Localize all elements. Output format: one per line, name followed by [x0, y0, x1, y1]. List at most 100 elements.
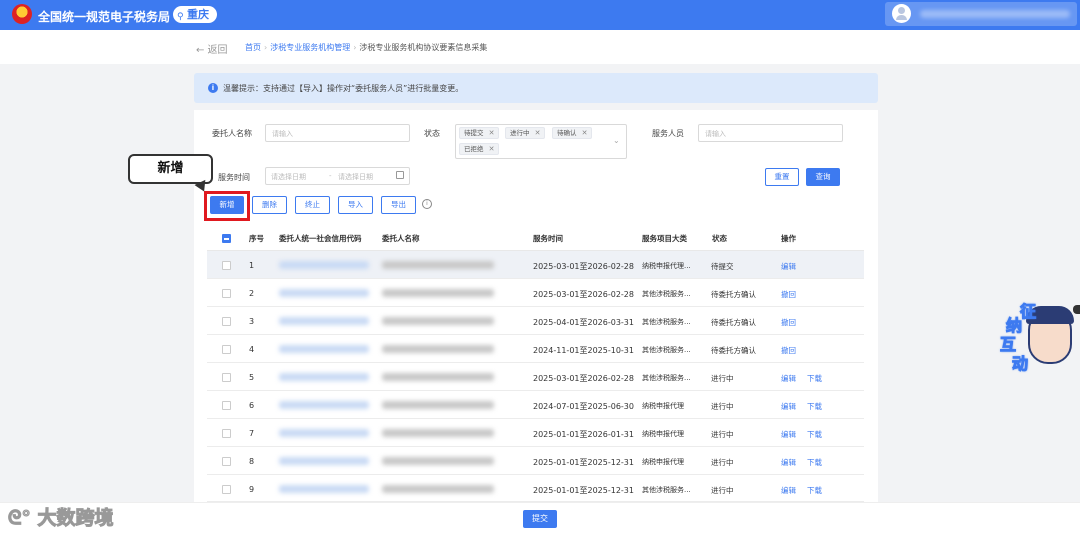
withdraw-link[interactable]: 撤回	[781, 289, 796, 300]
help-icon[interactable]: i	[422, 199, 432, 209]
assistant-mascot[interactable]: 征 纳 互 动	[998, 298, 1074, 374]
close-icon[interactable]: ✕	[489, 144, 495, 154]
row-category: 其他涉税服务...	[642, 346, 691, 354]
table-row[interactable]: 2 2025-03-01至2026-02-28 其他涉税服务... 待委托方确认…	[207, 279, 864, 307]
location-pin-icon: ⚲	[177, 12, 184, 22]
banner-text: 温馨提示：支持通过【导入】操作对“委托服务人员”进行批量变更。	[223, 84, 464, 93]
row-checkbox[interactable]	[222, 457, 231, 466]
withdraw-link[interactable]: 撤回	[781, 317, 796, 328]
row-checkbox[interactable]	[222, 289, 231, 298]
row-category: 纳税申报代理	[642, 402, 684, 410]
client-name-redacted	[382, 401, 494, 409]
credit-code-redacted	[279, 401, 369, 409]
download-link[interactable]: 下载	[807, 373, 822, 384]
client-name-redacted	[382, 317, 494, 325]
col-client-name: 委托人名称	[382, 234, 420, 243]
table-header: 序号 委托人统一社会信用代码 委托人名称 服务时间 服务项目大类 状态 操作	[207, 224, 864, 251]
edit-link[interactable]: 编辑	[781, 261, 796, 272]
status-label: 状态	[424, 129, 440, 138]
client-name-redacted	[382, 345, 494, 353]
client-name-input[interactable]: 请输入	[265, 124, 410, 142]
row-category: 纳税申报代理	[642, 458, 684, 466]
row-service-time: 2025-03-01至2026-02-28	[533, 374, 634, 383]
col-category: 服务项目大类	[642, 234, 687, 243]
chevron-down-icon[interactable]: ⌄	[613, 136, 620, 145]
edit-link[interactable]: 编辑	[781, 485, 796, 496]
city-selector[interactable]: ⚲ 重庆	[173, 6, 217, 23]
row-category: 纳税申报代理	[642, 430, 684, 438]
table-row[interactable]: 4 2024-11-01至2025-10-31 其他涉税服务... 待委托方确认…	[207, 335, 864, 363]
edit-link[interactable]: 编辑	[781, 429, 796, 440]
query-button[interactable]: 查询	[806, 168, 840, 186]
row-category: 其他涉税服务...	[642, 290, 691, 298]
row-checkbox[interactable]	[222, 485, 231, 494]
row-checkbox[interactable]	[222, 373, 231, 382]
table-row[interactable]: 8 2025-01-01至2025-12-31 纳税申报代理 进行中 编辑 下载	[207, 447, 864, 475]
start-date-placeholder: 请选择日期	[271, 173, 306, 181]
terminate-button[interactable]: 终止	[295, 196, 330, 214]
row-category: 其他涉税服务...	[642, 374, 691, 382]
row-checkbox[interactable]	[222, 261, 231, 270]
avatar[interactable]	[892, 4, 911, 23]
row-service-time: 2025-04-01至2026-03-31	[533, 318, 634, 327]
tax-emblem-icon	[12, 4, 32, 24]
row-no: 9	[249, 485, 255, 494]
table-row[interactable]: 7 2025-01-01至2026-01-31 纳税申报代理 进行中 编辑 下载	[207, 419, 864, 447]
row-status: 进行中	[711, 458, 734, 467]
withdraw-link[interactable]: 撤回	[781, 345, 796, 356]
table-row[interactable]: 6 2024-07-01至2025-06-30 纳税申报代理 进行中 编辑 下载	[207, 391, 864, 419]
watermark-logo-icon: ᘓ°	[8, 507, 38, 530]
download-link[interactable]: 下载	[807, 429, 822, 440]
reset-button[interactable]: 重置	[765, 168, 799, 186]
row-status: 进行中	[711, 374, 734, 383]
status-tag[interactable]: 已拒绝 ✕	[459, 143, 499, 155]
row-status: 进行中	[711, 486, 734, 495]
row-service-time: 2024-11-01至2025-10-31	[533, 346, 634, 355]
row-service-time: 2025-01-01至2026-01-31	[533, 430, 634, 439]
row-no: 1	[249, 261, 255, 270]
row-category: 纳税申报代理...	[642, 262, 691, 270]
credit-code-redacted	[279, 457, 369, 465]
staff-input[interactable]: 请输入	[698, 124, 843, 142]
back-link[interactable]: ← 返回	[196, 41, 228, 56]
close-icon[interactable]: ✕	[535, 128, 541, 138]
export-button[interactable]: 导出	[381, 196, 416, 214]
edit-link[interactable]: 编辑	[781, 373, 796, 384]
side-panel-toggle[interactable]	[1073, 305, 1080, 314]
table-row[interactable]: 3 2025-04-01至2026-03-31 其他涉税服务... 待委托方确认…	[207, 307, 864, 335]
breadcrumb-agency-mgmt[interactable]: 涉税专业服务机构管理	[270, 43, 350, 52]
download-link[interactable]: 下载	[807, 457, 822, 468]
edit-link[interactable]: 编辑	[781, 457, 796, 468]
row-checkbox[interactable]	[222, 317, 231, 326]
status-tag[interactable]: 进行中 ✕	[505, 127, 545, 139]
row-no: 2	[249, 289, 255, 298]
row-checkbox[interactable]	[222, 429, 231, 438]
download-link[interactable]: 下载	[807, 401, 822, 412]
edit-link[interactable]: 编辑	[781, 401, 796, 412]
download-link[interactable]: 下载	[807, 485, 822, 496]
table-row[interactable]: 1 2025-03-01至2026-02-28 纳税申报代理... 待提交 编辑	[207, 251, 864, 279]
breadcrumb-home[interactable]: 首页	[245, 43, 261, 52]
table-row[interactable]: 5 2025-03-01至2026-02-28 其他涉税服务... 进行中 编辑…	[207, 363, 864, 391]
col-actions: 操作	[781, 234, 796, 243]
status-tag[interactable]: 待提交 ✕	[459, 127, 499, 139]
client-name-redacted	[382, 289, 494, 297]
credit-code-redacted	[279, 373, 369, 381]
submit-button[interactable]: 提交	[523, 510, 557, 528]
import-button[interactable]: 导入	[338, 196, 373, 214]
col-no: 序号	[249, 234, 264, 243]
table-row[interactable]: 9 2025-01-01至2025-12-31 其他涉税服务... 进行中 编辑…	[207, 475, 864, 502]
row-checkbox[interactable]	[222, 401, 231, 410]
info-icon: i	[208, 83, 218, 93]
close-icon[interactable]: ✕	[489, 128, 495, 138]
breadcrumb-current: 涉税专业服务机构协议要素信息采集	[359, 43, 488, 52]
row-status: 进行中	[711, 402, 734, 411]
row-no: 5	[249, 373, 255, 382]
row-category: 其他涉税服务...	[642, 318, 691, 326]
status-tag[interactable]: 待确认 ✕	[552, 127, 592, 139]
row-checkbox[interactable]	[222, 345, 231, 354]
row-status: 待委托方确认	[711, 290, 756, 299]
delete-button[interactable]: 删除	[252, 196, 287, 214]
close-icon[interactable]: ✕	[582, 128, 588, 138]
select-all-checkbox[interactable]	[222, 234, 231, 243]
